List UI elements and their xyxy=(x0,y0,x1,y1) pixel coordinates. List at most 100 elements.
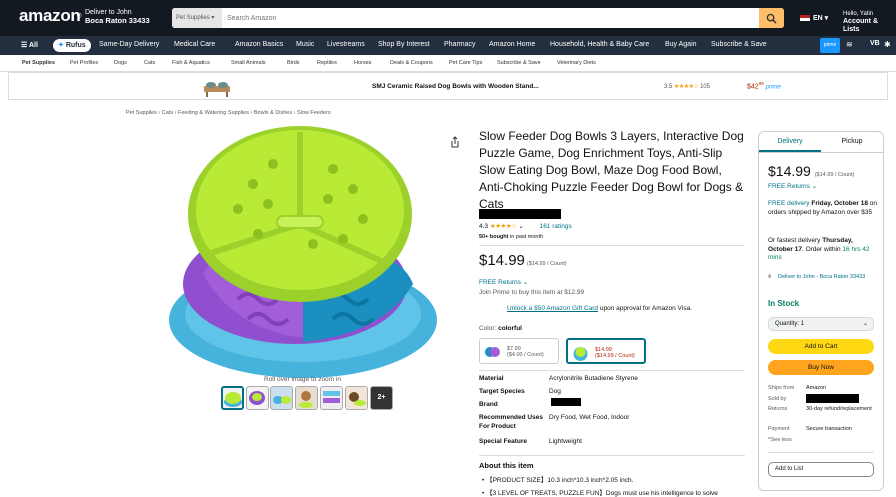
account-lists[interactable]: Hello, Yatin Account & Lists xyxy=(843,10,896,34)
pet-icon[interactable]: ✱ xyxy=(884,40,891,49)
meta-key: Ships from xyxy=(768,385,795,391)
quantity-dropdown[interactable]: Quantity: 1 ⌄ xyxy=(768,317,874,331)
sponsored-ad-bar[interactable]: SMJ Ceramic Raised Dog Bowls with Wooden… xyxy=(8,72,888,100)
rating-stars-icon: ★★★★☆ xyxy=(489,223,517,230)
returns-link[interactable]: 30-day refund/replacement xyxy=(806,406,876,413)
product-main-image[interactable] xyxy=(163,124,443,380)
delivery-info: FREE delivery Friday, October 18 on orde… xyxy=(768,200,878,217)
thumbnail[interactable] xyxy=(221,386,244,410)
search-button[interactable] xyxy=(759,8,784,28)
breadcrumb[interactable]: Pet Supplies › Cats › Feeding & Watering… xyxy=(126,110,331,116)
all-menu-button[interactable]: ☰ All xyxy=(21,41,38,49)
nav-item[interactable]: Household, Health & Baby Care xyxy=(550,41,649,48)
nav-item[interactable]: Livestreams xyxy=(327,41,365,48)
subnav-item[interactable]: Small Animals xyxy=(231,60,266,66)
see-less-toggle[interactable]: ^See less xyxy=(768,437,792,444)
thumbnail-more[interactable]: 2+ xyxy=(370,386,393,410)
subnav-item[interactable]: Pet Supplies xyxy=(22,60,55,66)
gift-card-link[interactable]: Unlock a $50 Amazon Gift Card xyxy=(507,305,598,312)
tab-delivery[interactable]: Delivery xyxy=(759,138,821,152)
fastest-order-within: . Order within xyxy=(801,245,843,253)
fastest-delivery: Or fastest delivery Thursday, October 17… xyxy=(768,237,878,263)
deliver-line2: Boca Raton 33433 xyxy=(85,16,150,25)
nav-item[interactable]: Amazon Home xyxy=(489,41,535,48)
zoom-hint: Roll over image to zoom in xyxy=(264,376,341,383)
subnav-item[interactable]: Fish & Aquatics xyxy=(172,60,210,66)
payment-row: Payment Secure transaction xyxy=(768,426,852,433)
ad-rating[interactable]: 3.5 ★★★★☆ 105 xyxy=(664,83,710,90)
thumbnail[interactable] xyxy=(246,386,269,410)
subnav-item[interactable]: Subscribe & Save xyxy=(497,60,541,66)
nav-item[interactable]: Shop By Interest xyxy=(378,41,430,48)
add-to-cart-button[interactable]: Add to Cart xyxy=(768,339,874,354)
swatch-image xyxy=(573,347,588,361)
subnav-item[interactable]: Dogs xyxy=(114,60,127,66)
sparkle-icon: ✦ xyxy=(58,42,64,49)
join-prime-text[interactable]: Join Prime to buy this item at $12.99 xyxy=(479,289,584,296)
subnav-item[interactable]: Cats xyxy=(144,60,155,66)
see-less-label: See less xyxy=(770,437,792,443)
nav-item[interactable]: Same-Day Delivery xyxy=(99,41,159,48)
deliver-to-link[interactable]: ⌾ Deliver to John - Boca Raton 33433 xyxy=(768,274,878,282)
buybox-free-returns[interactable]: FREE Returns ⌄ xyxy=(768,183,878,192)
ratings-count-link[interactable]: 161 ratings xyxy=(540,223,572,230)
search-category-dropdown[interactable]: Pet Supplies ▾ xyxy=(172,8,222,28)
nav-item[interactable]: Medical Care xyxy=(174,41,215,48)
nav-item[interactable]: Buy Again xyxy=(665,41,697,48)
buybox-price-value: $14.99 xyxy=(768,163,811,179)
subnav-item[interactable]: Birds xyxy=(287,60,300,66)
thumbnail[interactable] xyxy=(270,386,293,410)
ad-stars-icon: ★★★★☆ xyxy=(674,84,699,90)
subnav-item[interactable]: Horses xyxy=(354,60,371,66)
in-stock-status: In Stock xyxy=(768,299,800,308)
share-icon[interactable] xyxy=(449,136,461,148)
spec-key: Special Feature xyxy=(479,438,528,445)
prime-video-icon[interactable]: ≋ xyxy=(846,40,853,49)
color-swatch[interactable]: $7.99 ($4.00 / Count) xyxy=(479,338,559,364)
prime-badge[interactable]: prime xyxy=(820,38,840,53)
free-returns-link[interactable]: FREE Returns ⌄ xyxy=(479,278,528,286)
ad-title[interactable]: SMJ Ceramic Raised Dog Bowls with Wooden… xyxy=(372,83,539,90)
nav-item[interactable]: Music xyxy=(296,41,314,48)
deliver-to-text: Deliver to John - Boca Raton 33433 xyxy=(778,274,866,280)
rufus-button[interactable]: ✦ Rufus xyxy=(53,39,91,52)
spec-row: Brand xyxy=(479,400,549,409)
spec-key: Material xyxy=(479,375,504,382)
product-rating[interactable]: 4.3 ★★★★☆ ⌄ 161 ratings xyxy=(479,222,572,230)
subnav-item[interactable]: Veterinary Diets xyxy=(557,60,596,66)
swatch-image xyxy=(485,347,500,357)
thumbnail[interactable] xyxy=(295,386,318,410)
color-label-key: Color: xyxy=(479,325,499,332)
signal-icon[interactable]: VB xyxy=(870,40,880,47)
more-images-label: 2+ xyxy=(371,387,392,409)
nav-item[interactable]: Pharmacy xyxy=(444,41,476,48)
subnav-item[interactable]: Pet Profiles xyxy=(70,60,98,66)
subnav-item[interactable]: Reptiles xyxy=(317,60,337,66)
buy-now-button[interactable]: Buy Now xyxy=(768,360,874,375)
color-swatch-selected[interactable]: $14.99 ($14.99 / Count) xyxy=(566,338,646,364)
all-label: All xyxy=(28,42,38,49)
bought-count: 50+ bought xyxy=(479,234,509,240)
swatch-unit: ($14.99 / Count) xyxy=(595,353,635,359)
amazon-logo[interactable]: amazon xyxy=(19,6,81,26)
search-bar: Pet Supplies ▾ xyxy=(172,8,784,28)
subnav-item[interactable]: Pet Care Tips xyxy=(449,60,482,66)
thumbnail[interactable] xyxy=(345,386,368,410)
ad-price-main: $42 xyxy=(747,83,759,91)
language-selector[interactable]: EN ▾ xyxy=(800,14,828,22)
subnav-item[interactable]: Deals & Coupons xyxy=(390,60,433,66)
delivery-free[interactable]: FREE delivery xyxy=(768,200,810,207)
nav-item[interactable]: Subscribe & Save xyxy=(711,41,767,48)
search-input[interactable] xyxy=(222,8,759,28)
tab-pickup[interactable]: Pickup xyxy=(821,138,883,145)
nav-item[interactable]: Amazon Basics xyxy=(235,41,283,48)
redacted-brand xyxy=(551,398,581,406)
spec-row: Material Acrylonitrile Butadiene Styrene xyxy=(479,374,638,383)
rufus-label: Rufus xyxy=(65,42,86,49)
thumbnail[interactable] xyxy=(320,386,343,410)
ad-price-cents: 99 xyxy=(758,81,764,86)
deliver-to-location[interactable]: ⌾ Deliver to John Boca Raton 33433 xyxy=(77,9,150,25)
add-to-list-button[interactable]: Add to List xyxy=(768,462,874,477)
quantity-label: Quantity: 1 xyxy=(775,321,805,327)
payment-link[interactable]: Secure transaction xyxy=(806,426,876,433)
